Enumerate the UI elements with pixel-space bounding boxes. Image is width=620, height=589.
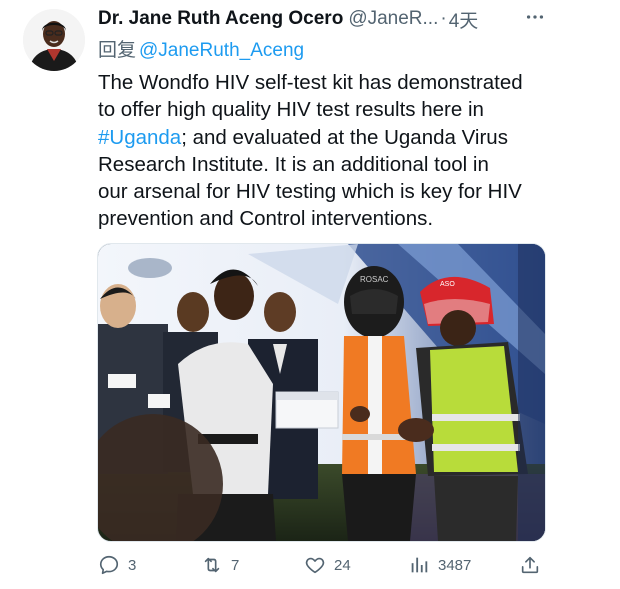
helmet-text-left: ROSAC <box>360 275 389 284</box>
retweet-icon <box>204 557 220 573</box>
timestamp[interactable]: 4天 <box>449 6 479 33</box>
reply-mention-link[interactable]: @JaneRuth_Aceng <box>139 40 304 61</box>
tweet-text-line: our arsenal for HIV testing which is key… <box>98 180 522 204</box>
views-count: 3487 <box>438 556 472 574</box>
user-handle[interactable]: @JaneR... <box>348 8 438 30</box>
tweet-text-fragment: ; and evaluated at the Uganda Virus <box>181 125 508 149</box>
reply-prefix: 回复 <box>98 40 137 61</box>
avatar[interactable] <box>23 9 85 71</box>
reply-button[interactable]: 3 <box>98 551 136 579</box>
like-count: 24 <box>334 556 351 574</box>
reply-context: 回复 @JaneRuth_Aceng <box>98 35 304 62</box>
tweet-action-bar: 3 7 24 3487 <box>98 551 548 579</box>
tweet-text-line: The Wondfo HIV self-test kit has demonst… <box>98 71 523 94</box>
retweet-button[interactable]: 7 <box>201 551 239 579</box>
avatar-image <box>23 9 85 71</box>
reply-count: 3 <box>128 556 137 574</box>
separator-dot: · <box>440 8 447 29</box>
retweet-count: 7 <box>231 556 240 574</box>
helmet-text-right: ASO <box>440 281 455 288</box>
tweet-text-line: to offer high quality HIV test results h… <box>98 98 484 122</box>
more-button[interactable] <box>520 4 550 30</box>
tweet-text: The Wondfo HIV self-test kit has demonst… <box>98 69 568 233</box>
views-button[interactable]: 3487 <box>408 551 471 579</box>
tweet-photo[interactable]: ROSAC ASO <box>97 243 546 542</box>
tweet-text-line: prevention and Control interventions. <box>98 207 434 231</box>
display-name[interactable]: Dr. Jane Ruth Aceng Ocero <box>98 8 343 30</box>
hashtag-link[interactable]: #Uganda <box>98 126 181 149</box>
like-button[interactable]: 24 <box>304 551 351 579</box>
share-button[interactable] <box>519 551 541 579</box>
share-icon <box>521 556 539 574</box>
tweet-text-line: Research Institute. It is an additional … <box>98 152 489 176</box>
tweet-text-line: #Uganda; and evaluated at the Uganda Vir… <box>98 124 568 151</box>
more-icon <box>526 15 544 19</box>
like-icon <box>305 557 325 574</box>
photo-scene: ROSAC ASO <box>98 244 545 541</box>
reply-icon <box>99 555 119 575</box>
views-icon <box>411 557 428 573</box>
